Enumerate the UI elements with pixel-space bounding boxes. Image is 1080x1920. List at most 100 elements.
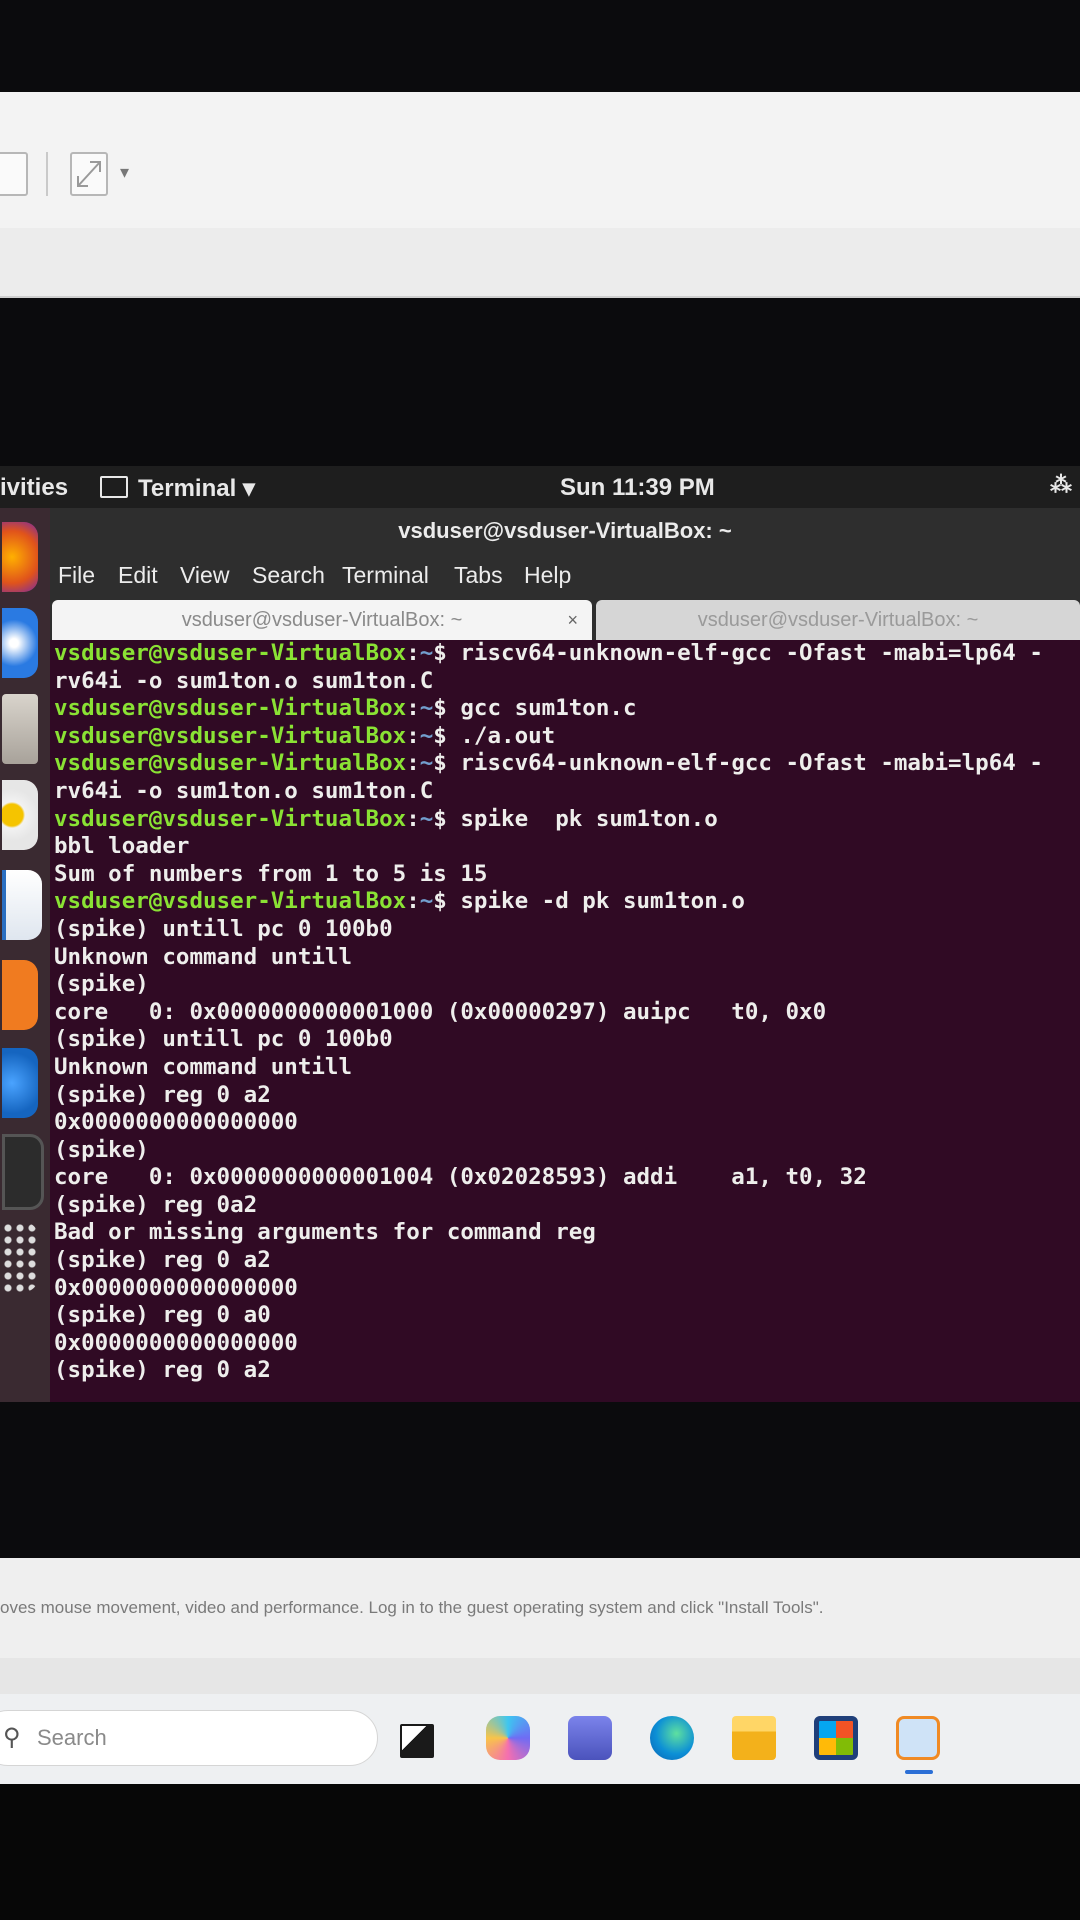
close-icon[interactable]: × <box>567 600 578 640</box>
store-icon[interactable] <box>814 1716 858 1760</box>
menu-view[interactable]: View <box>180 562 229 589</box>
activities-button[interactable]: ivities <box>0 474 68 502</box>
output-text: (spike) untill pc 0 100b0 <box>54 1026 393 1053</box>
prompt-path: ~ <box>419 805 434 832</box>
output-line: rv64i -o sum1ton.o sum1ton.C <box>54 778 1080 806</box>
prompt-path: ~ <box>419 888 434 915</box>
task-view-icon[interactable] <box>400 1724 434 1758</box>
window-title: vsduser@vsduser-VirtualBox: ~ <box>50 508 1080 554</box>
menu-search[interactable]: Search <box>252 562 325 589</box>
prompt-end: $ <box>433 640 461 666</box>
output-text: rv64i -o sum1ton.o sum1ton.C <box>54 777 434 804</box>
app-menu[interactable]: Terminal ▾ <box>100 474 255 503</box>
output-line: (spike) reg 0a2 <box>54 1192 1080 1220</box>
menu-edit[interactable]: Edit <box>118 562 158 589</box>
output-text: 0x0000000000000000 <box>54 1109 298 1136</box>
teams-icon[interactable] <box>568 1716 612 1760</box>
menu-bar: File Edit View Search Terminal Tabs Help <box>50 554 1080 598</box>
output-line: (spike) <box>54 971 1080 999</box>
output-text: Bad or missing arguments for command reg <box>54 1219 596 1246</box>
notification-strip <box>0 1658 1080 1694</box>
menu-terminal[interactable]: Terminal <box>342 562 429 589</box>
rhythmbox-icon[interactable] <box>2 780 38 850</box>
terminal-icon[interactable] <box>2 1134 44 1210</box>
output-text: (spike) reg 0a2 <box>54 1191 258 1218</box>
prompt-separator: : <box>406 722 420 749</box>
help-icon[interactable] <box>2 1048 38 1118</box>
edge-icon[interactable] <box>650 1716 694 1760</box>
output-line: bbl loader <box>54 833 1080 861</box>
network-icon[interactable]: ⁂ <box>1050 472 1072 498</box>
output-line: (spike) untill pc 0 100b0 <box>54 916 1080 944</box>
prompt-user: vsduser@vsduser-VirtualBox <box>54 805 407 832</box>
output-text: Sum of numbers from 1 to 5 is 15 <box>54 860 488 887</box>
output-text: rv64i -o sum1ton.o sum1ton.C <box>54 667 434 694</box>
output-line: (spike) untill pc 0 100b0 <box>54 1026 1080 1054</box>
prompt-separator: : <box>406 750 420 777</box>
tab-1[interactable]: vsduser@vsduser-VirtualBox: ~ × <box>52 600 592 640</box>
prompt-separator: : <box>406 695 420 722</box>
prompt-path: ~ <box>419 722 434 749</box>
notification-text: oves mouse movement, video and performan… <box>0 1598 824 1617</box>
prompt-user: vsduser@vsduser-VirtualBox <box>54 888 407 915</box>
tab-label: vsduser@vsduser-VirtualBox: ~ <box>697 609 979 631</box>
prompt-user: vsduser@vsduser-VirtualBox <box>54 695 407 722</box>
thunderbird-icon[interactable] <box>2 608 38 678</box>
command-line: vsduser@vsduser-VirtualBox:~$ riscv64-un… <box>54 750 1080 778</box>
chevron-down-icon[interactable]: ▾ <box>120 162 129 183</box>
file-explorer-icon[interactable] <box>732 1716 776 1760</box>
command-text: riscv64-unknown-elf-gcc -Ofast -mabi=lp6… <box>460 750 1043 777</box>
prompt-path: ~ <box>419 640 434 666</box>
copilot-icon[interactable] <box>486 1716 530 1760</box>
output-line: core 0: 0x0000000000001000 (0x00000297) … <box>54 999 1080 1027</box>
output-line: (spike) reg 0 a2 <box>54 1247 1080 1275</box>
command-line: vsduser@vsduser-VirtualBox:~$ spike -d p… <box>54 888 1080 916</box>
prompt-end: $ <box>433 722 461 749</box>
prompt-separator: : <box>406 888 420 915</box>
apps-grid-icon[interactable] <box>2 1222 38 1292</box>
tab-2[interactable]: vsduser@vsduser-VirtualBox: ~ <box>596 600 1080 640</box>
output-line: 0x0000000000000000 <box>54 1275 1080 1303</box>
vbox-notification-bar: oves mouse movement, video and performan… <box>0 1558 1080 1658</box>
output-line: Bad or missing arguments for command reg <box>54 1219 1080 1247</box>
firefox-icon[interactable] <box>2 522 38 592</box>
prompt-end: $ <box>433 888 461 915</box>
guest-screen: ivities Terminal ▾ Sun 11:39 PM ⁂ vsduse… <box>0 466 1080 1402</box>
search-icon: ⚲ <box>3 1724 21 1751</box>
output-text: Unknown command untill <box>54 943 353 970</box>
vbox-status-strip <box>0 228 1080 298</box>
app-menu-label: Terminal ▾ <box>138 475 255 502</box>
virtualbox-icon[interactable] <box>896 1716 940 1760</box>
prompt-user: vsduser@vsduser-VirtualBox <box>54 640 407 666</box>
output-text: core 0: 0x0000000000001004 (0x02028593) … <box>54 1164 867 1191</box>
menu-help[interactable]: Help <box>524 562 571 589</box>
search-box[interactable]: ⚲ Search <box>0 1710 378 1766</box>
output-line: Unknown command untill <box>54 1054 1080 1082</box>
input-capture-button[interactable] <box>0 152 28 196</box>
prompt-path: ~ <box>419 750 434 777</box>
command-line: vsduser@vsduser-VirtualBox:~$ ./a.out <box>54 723 1080 751</box>
prompt-end: $ <box>433 750 461 777</box>
output-line: (spike) reg 0 a0 <box>54 1302 1080 1330</box>
writer-icon[interactable] <box>2 870 42 940</box>
command-text: ./a.out <box>460 722 556 749</box>
command-line: vsduser@vsduser-VirtualBox:~$ riscv64-un… <box>54 640 1080 668</box>
output-line: (spike) reg 0 a2 <box>54 1357 1080 1385</box>
search-placeholder: Search <box>37 1725 107 1750</box>
output-line: (spike) <box>54 1137 1080 1165</box>
tab-bar: vsduser@vsduser-VirtualBox: ~ × vsduser@… <box>50 598 1080 640</box>
menu-tabs[interactable]: Tabs <box>454 562 503 589</box>
output-line: core 0: 0x0000000000001004 (0x02028593) … <box>54 1164 1080 1192</box>
files-icon[interactable] <box>2 694 38 764</box>
prompt-separator: : <box>406 805 420 832</box>
menu-file[interactable]: File <box>58 562 95 589</box>
fullscreen-icon[interactable] <box>70 152 108 196</box>
prompt-path: ~ <box>419 695 434 722</box>
output-line: 0x0000000000000000 <box>54 1330 1080 1358</box>
clock[interactable]: Sun 11:39 PM <box>560 474 715 502</box>
prompt-end: $ <box>433 805 461 832</box>
output-text: (spike) untill pc 0 100b0 <box>54 915 393 942</box>
output-text: (spike) <box>54 1136 149 1163</box>
software-icon[interactable] <box>2 960 38 1030</box>
terminal-output[interactable]: vsduser@vsduser-VirtualBox:~$ riscv64-un… <box>50 640 1080 1402</box>
